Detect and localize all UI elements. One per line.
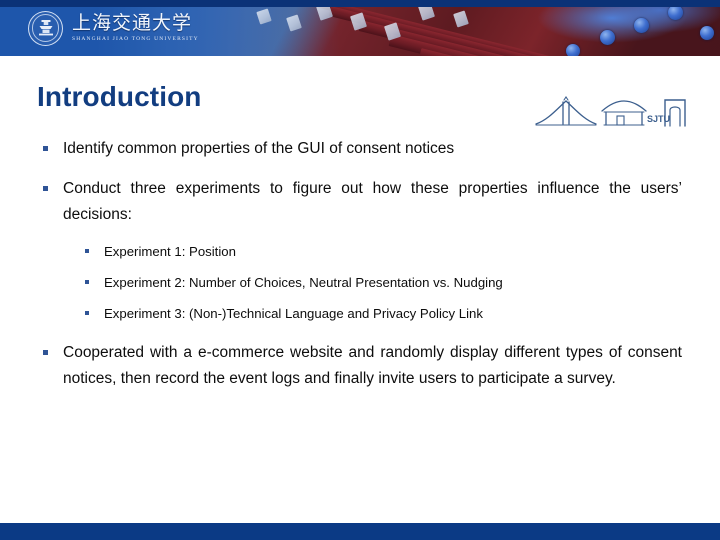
sub-bullet-item: Experiment 1: Position — [0, 240, 720, 264]
slide-body: Identify common properties of the GUI of… — [0, 136, 720, 392]
bullet-text: Conduct three experiments to figure out … — [63, 180, 682, 223]
slide-title: Introduction — [37, 81, 202, 112]
bullet-marker-icon — [85, 249, 89, 253]
bullet-marker-icon — [43, 146, 48, 151]
roof-ornament-cap — [700, 26, 714, 40]
university-seal-emblem-icon — [28, 10, 63, 46]
sub-bullet-item: Experiment 2: Number of Choices, Neutral… — [0, 271, 720, 295]
presentation-slide: 上海交通大学 SHANGHAI JIAO TONG UNIVERSITY Int… — [0, 0, 720, 540]
sjtu-skyline-mark-icon: SJTU — [534, 94, 686, 130]
bullet-text: Identify common properties of the GUI of… — [63, 140, 455, 157]
university-name-english: SHANGHAI JIAO TONG UNIVERSITY — [72, 36, 199, 42]
roof-ornament-cap — [600, 30, 615, 45]
slide-header-banner: 上海交通大学 SHANGHAI JIAO TONG UNIVERSITY — [0, 0, 720, 56]
university-name-chinese: 上海交通大学 — [72, 12, 193, 34]
university-logo-text: 上海交通大学 SHANGHAI JIAO TONG UNIVERSITY — [72, 12, 199, 43]
bullet-marker-icon — [43, 186, 48, 191]
sub-bullet-text: Experiment 3: (Non-)Technical Language a… — [104, 306, 483, 321]
sub-bullet-text: Experiment 2: Number of Choices, Neutral… — [104, 275, 503, 290]
bullet-marker-icon — [85, 311, 89, 315]
sub-bullet-item: Experiment 3: (Non-)Technical Language a… — [0, 302, 720, 326]
roof-ornament-cap — [668, 5, 683, 20]
university-logo: 上海交通大学 SHANGHAI JIAO TONG UNIVERSITY — [28, 9, 199, 47]
roof-ornament-cap — [634, 18, 649, 33]
bullet-item: Conduct three experiments to figure out … — [0, 176, 720, 228]
bullet-marker-icon — [43, 350, 48, 355]
roof-ornament-cap — [566, 44, 580, 56]
bullet-item: Identify common properties of the GUI of… — [0, 136, 720, 162]
sub-bullet-text: Experiment 1: Position — [104, 244, 236, 259]
bullet-item: Cooperated with a e-commerce website and… — [0, 340, 720, 392]
bullet-text: Cooperated with a e-commerce website and… — [63, 344, 682, 387]
bullet-marker-icon — [85, 280, 89, 284]
header-top-strip — [0, 0, 720, 7]
sjtu-wordmark: SJTU — [647, 114, 670, 124]
slide-footer-bar — [0, 523, 720, 540]
